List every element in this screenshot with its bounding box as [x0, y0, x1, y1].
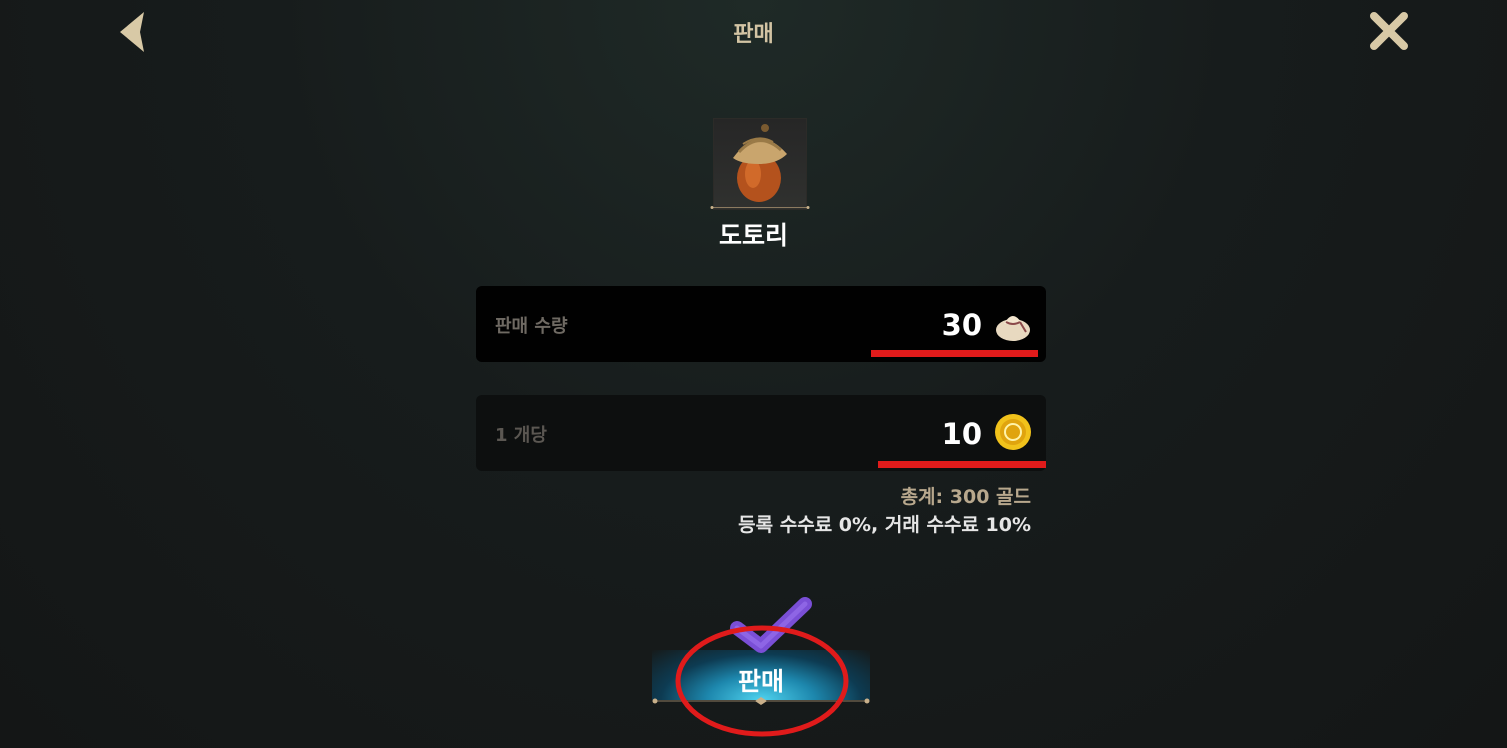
quantity-label: 판매 수량 — [495, 316, 568, 337]
sell-button-label: 판매 — [737, 667, 784, 696]
item-name: 도토리 — [718, 221, 788, 250]
sell-button-ornament — [652, 697, 870, 705]
annotation-checkmark-icon — [730, 597, 812, 653]
item-frame-ornament — [710, 206, 810, 209]
total-text: 총계: 300 골드 — [900, 486, 1031, 508]
unit-price-field[interactable]: 1 개당 10 — [476, 395, 1046, 471]
acorn-icon — [733, 124, 787, 202]
top-bar: 판매 — [0, 0, 1507, 70]
gold-coin-icon — [995, 414, 1031, 450]
page-title: 판매 — [733, 22, 774, 47]
sell-button[interactable]: 판매 — [652, 650, 870, 706]
pouch-icon — [996, 316, 1030, 341]
unit-price-label: 1 개당 — [495, 425, 547, 446]
close-button[interactable] — [1366, 8, 1412, 54]
item-slot — [713, 118, 807, 210]
close-icon — [1370, 12, 1408, 50]
annotation-underline-quantity — [871, 350, 1038, 357]
quantity-value[interactable]: 30 — [942, 308, 982, 342]
fee-text: 등록 수수료 0%, 거래 수수료 10% — [738, 514, 1031, 536]
unit-price-value[interactable]: 10 — [942, 417, 982, 451]
annotation-underline-price — [878, 461, 1046, 468]
